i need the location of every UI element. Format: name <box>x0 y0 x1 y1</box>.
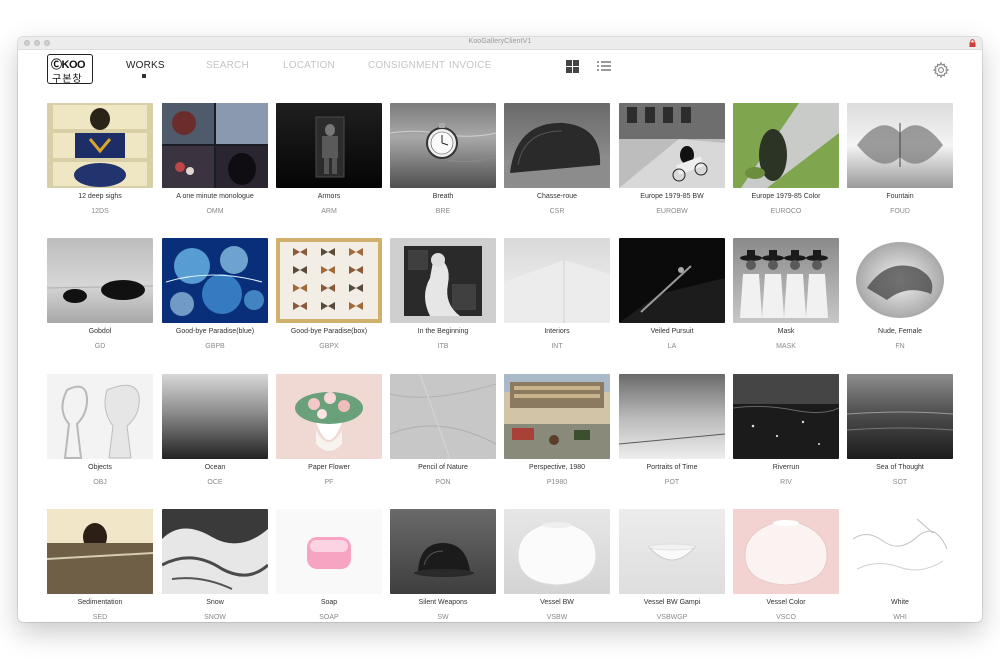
work-code: OBJ <box>93 479 107 486</box>
work-thumbnail[interactable] <box>162 374 268 459</box>
work-title: Nude, Female <box>878 328 922 335</box>
work-thumbnail[interactable] <box>504 374 610 459</box>
grid-view-icon[interactable] <box>566 60 579 73</box>
work-code: SOAP <box>319 614 339 621</box>
work-title: White <box>891 599 909 606</box>
tab-consignment[interactable]: CONSIGNMENT <box>368 60 445 71</box>
work-title: Sedimentation <box>77 599 123 606</box>
work-thumbnail[interactable] <box>733 103 839 188</box>
work-thumbnail[interactable] <box>162 238 268 323</box>
work-code: POT <box>664 479 680 486</box>
work-title: Interiors <box>544 328 570 335</box>
work-thumbnail[interactable] <box>847 509 953 594</box>
work-thumbnail[interactable] <box>619 509 725 594</box>
tab-invoice[interactable]: INVOICE <box>449 60 492 71</box>
work-code: PF <box>324 479 334 486</box>
work-code: GD <box>94 343 106 350</box>
work-thumbnail[interactable] <box>162 103 268 188</box>
work-code: CSR <box>549 208 565 215</box>
work-code: OCE <box>207 479 223 486</box>
title-bar: KooGalleryClientV1 <box>18 37 982 50</box>
work-title: Vessel BW <box>540 599 574 606</box>
work-thumbnail[interactable] <box>847 374 953 459</box>
work-thumbnail[interactable] <box>47 374 153 459</box>
work-thumbnail[interactable] <box>847 238 953 323</box>
work-thumbnail[interactable] <box>733 374 839 459</box>
work-thumbnail[interactable] <box>733 238 839 323</box>
work-thumbnail[interactable] <box>619 103 725 188</box>
work-title: Objects <box>88 464 112 471</box>
work-code: ARM <box>321 208 337 215</box>
work-thumbnail[interactable] <box>390 509 496 594</box>
work-code: SNOW <box>204 614 226 621</box>
work-thumbnail[interactable] <box>733 509 839 594</box>
window-title: KooGalleryClientV1 <box>468 38 532 45</box>
work-code: WHI <box>893 614 907 621</box>
work-thumbnail[interactable] <box>162 509 268 594</box>
logo-text-korean: 구본창 <box>52 74 83 85</box>
work-code: RIV <box>780 479 792 486</box>
work-code: 12DS <box>91 208 109 215</box>
work-title: Fountain <box>886 193 914 200</box>
work-code: OMM <box>206 208 224 215</box>
work-thumbnail[interactable] <box>504 238 610 323</box>
work-code: GBPB <box>205 343 225 350</box>
gear-icon[interactable] <box>932 61 950 79</box>
work-title: Gobdol <box>88 328 112 335</box>
work-code: ITB <box>437 343 449 350</box>
tab-search[interactable]: SEARCH <box>206 60 249 71</box>
work-title: 12 deep sighs <box>78 193 122 200</box>
work-code: VSBW <box>546 614 568 621</box>
work-thumbnail[interactable] <box>390 238 496 323</box>
work-thumbnail[interactable] <box>47 103 153 188</box>
work-thumbnail[interactable] <box>276 374 382 459</box>
work-thumbnail[interactable] <box>276 509 382 594</box>
work-thumbnail[interactable] <box>390 374 496 459</box>
work-thumbnail[interactable] <box>619 374 725 459</box>
tab-works[interactable]: WORKS <box>126 60 165 71</box>
work-thumbnail[interactable] <box>276 103 382 188</box>
list-view-icon[interactable] <box>597 60 611 73</box>
work-code: FOUD <box>890 208 910 215</box>
work-code: LA <box>667 343 677 350</box>
app-window: KooGalleryClientV1 ⒸKOO 구본창 WORKS SEARCH… <box>18 37 982 622</box>
work-code: SW <box>437 614 449 621</box>
tab-location[interactable]: LOCATION <box>283 60 335 71</box>
work-code: P1980 <box>546 479 568 486</box>
work-code: EUROBW <box>656 208 688 215</box>
work-thumbnail[interactable] <box>504 509 610 594</box>
work-code: INT <box>551 343 563 350</box>
work-code: VSCO <box>776 614 796 621</box>
work-code: VSBWGP <box>656 614 688 621</box>
work-code: FN <box>895 343 905 350</box>
work-title: Sea of Thought <box>876 464 924 471</box>
work-code: MASK <box>776 343 796 350</box>
work-thumbnail[interactable] <box>619 238 725 323</box>
lock-icon <box>969 39 976 47</box>
active-tab-indicator <box>142 74 146 78</box>
work-thumbnail[interactable] <box>276 238 382 323</box>
work-code: SOT <box>892 479 908 486</box>
work-code: EUROCO <box>770 208 802 215</box>
work-code: BRE <box>435 208 451 215</box>
work-code: SED <box>92 614 108 621</box>
work-thumbnail[interactable] <box>504 103 610 188</box>
work-code: PON <box>435 479 451 486</box>
work-code: GBPX <box>319 343 339 350</box>
work-thumbnail[interactable] <box>390 103 496 188</box>
koo-logo: ⒸKOO 구본창 <box>47 54 93 85</box>
work-thumbnail[interactable] <box>47 509 153 594</box>
work-title: Perspective, 1980 <box>528 464 586 471</box>
work-thumbnail[interactable] <box>47 238 153 323</box>
work-thumbnail[interactable] <box>847 103 953 188</box>
work-title: Chasse-roue <box>536 193 578 200</box>
